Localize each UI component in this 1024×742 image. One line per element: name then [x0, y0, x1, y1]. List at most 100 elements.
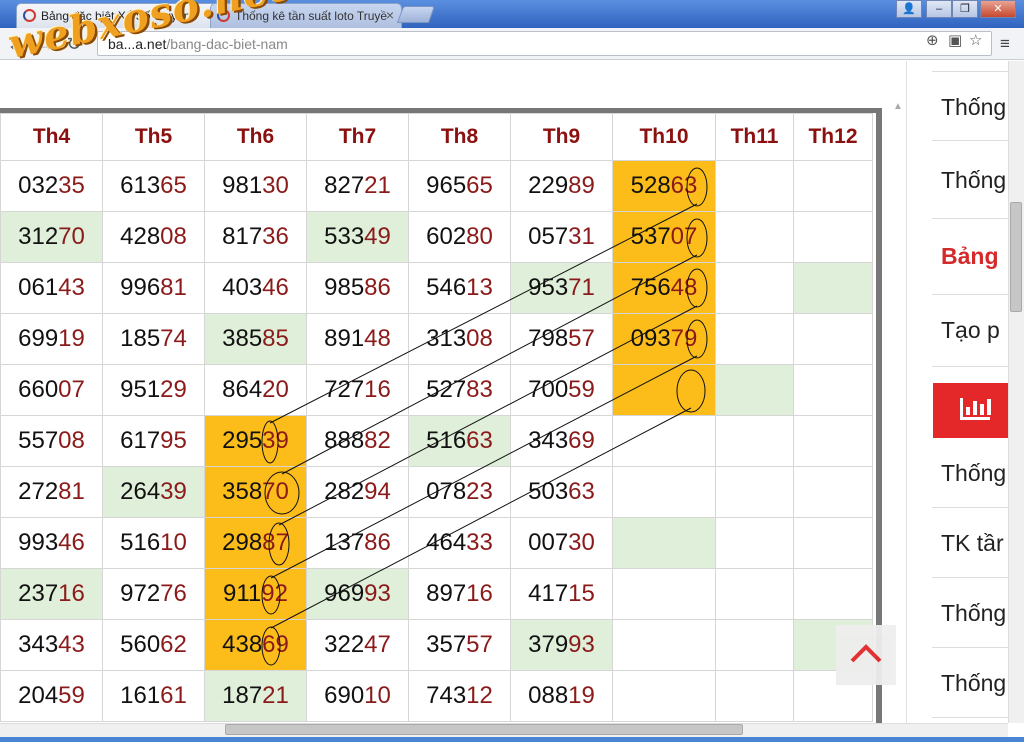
sidebar-link[interactable]: Thống: [932, 141, 1008, 219]
minimize-button[interactable]: –: [926, 0, 952, 18]
close-tab-icon[interactable]: ×: [386, 7, 394, 23]
cell-prefix: 993: [18, 529, 59, 556]
cell-prefix: 864: [222, 376, 263, 403]
table-cell: 07823: [408, 466, 511, 518]
vertical-scroll-thumb[interactable]: [1010, 202, 1022, 312]
column-header: Th9: [510, 113, 613, 161]
table-row: 27281 26439 35870 28294 07823 50363: [0, 466, 873, 518]
table-cell: 70059: [510, 364, 613, 416]
table-cell: 86420: [204, 364, 307, 416]
cell-tail-digits: 08: [58, 427, 85, 454]
table-cell: 53349: [306, 211, 409, 263]
table-cell: 08819: [510, 670, 613, 722]
table-cell: 27281: [0, 466, 103, 518]
cell-tail-digits: 36: [262, 223, 289, 250]
table-row: 55708 61795 29539 88882 51663 34369: [0, 415, 873, 467]
cell-prefix: 560: [120, 631, 161, 658]
sidebar-link[interactable]: TK tầr: [932, 508, 1008, 578]
cell-tail-digits: 49: [364, 223, 391, 250]
table-cell: 55708: [0, 415, 103, 467]
cell-prefix: 229: [528, 172, 569, 199]
table-cell: 74312: [408, 670, 511, 722]
cell-tail-digits: 48: [670, 274, 698, 301]
bookmark-star-icon[interactable]: ☆: [969, 31, 982, 49]
scroll-to-top-button[interactable]: [836, 625, 896, 685]
table-cell: 06143: [0, 262, 103, 314]
cell-tail-digits: 08: [466, 325, 493, 352]
cell-prefix: 417: [528, 580, 569, 607]
table-cell: 53707: [612, 211, 716, 263]
table-cell: 42808: [102, 211, 205, 263]
translate-icon[interactable]: ▣: [948, 31, 962, 49]
cell-tail-digits: 46: [262, 274, 289, 301]
zoom-icon[interactable]: ⊕: [926, 31, 939, 49]
table-cell: 40346: [204, 262, 307, 314]
table-cell: 60280: [408, 211, 511, 263]
address-bar[interactable]: ba...a.net/bang-dac-biet-nam: [97, 31, 992, 56]
cell-tail-digits: 43: [58, 631, 85, 658]
cell-prefix: 032: [18, 172, 59, 199]
table-cell: 98586: [306, 262, 409, 314]
inner-scroll-up-icon[interactable]: ▲: [893, 101, 903, 112]
profile-icon[interactable]: 👤: [896, 0, 922, 18]
maximize-button[interactable]: ❐: [952, 0, 978, 18]
sidebar-link[interactable]: Tạo p: [932, 295, 1008, 367]
cell-tail-digits: 65: [466, 172, 493, 199]
cell-tail-digits: 23: [466, 478, 493, 505]
table-cell: [793, 466, 873, 518]
table-cell: 09379: [612, 313, 716, 365]
sidebar-link[interactable]: Thống: [932, 71, 1008, 141]
table-cell: 13786: [306, 517, 409, 569]
table-cell: 72716: [306, 364, 409, 416]
table-cell: 96565: [408, 160, 511, 212]
cell-tail-digits: 21: [364, 172, 391, 199]
cell-prefix: 617: [120, 427, 161, 454]
sidebar-link[interactable]: Thống: [932, 578, 1008, 648]
cell-prefix: 602: [426, 223, 467, 250]
cell-prefix: 438: [222, 631, 263, 658]
table-cell: 35757: [408, 619, 511, 671]
cell-prefix: 137: [324, 529, 365, 556]
cell-prefix: 700: [528, 376, 569, 403]
cell-prefix: 343: [18, 631, 59, 658]
table-cell: 82721: [306, 160, 409, 212]
cell-tail-digits: 16: [466, 580, 493, 607]
cell-tail-digits: 39: [160, 478, 187, 505]
table-row: 31270 42808 81736 53349 60280 05731 53707: [0, 211, 873, 263]
table-cell: [793, 211, 873, 263]
sidebar-link-active[interactable]: Bảng: [932, 219, 1008, 295]
cell-prefix: 464: [426, 529, 467, 556]
cell-tail-digits: 47: [364, 631, 391, 658]
browser-menu-icon[interactable]: ≡: [1000, 34, 1010, 54]
sidebar-link[interactable]: Thống: [932, 438, 1008, 508]
cell-prefix: 891: [324, 325, 365, 352]
table-cell: [715, 313, 794, 365]
sidebar-link[interactable]: Thống: [932, 648, 1008, 718]
table-cell: [612, 517, 716, 569]
cell-tail-digits: 35: [58, 172, 85, 199]
table-cell: 29539: [204, 415, 307, 467]
horizontal-scroll-thumb[interactable]: [225, 724, 743, 735]
cell-prefix: 613: [120, 172, 161, 199]
table-cell: 38585: [204, 313, 307, 365]
close-window-button[interactable]: ✕: [980, 0, 1016, 18]
table-cell: 23716: [0, 568, 103, 620]
cell-prefix: 358: [222, 478, 263, 505]
table-cell: 61365: [102, 160, 205, 212]
cell-prefix: 533: [324, 223, 365, 250]
table-row: 34343 56062 43869 32247 35757 37993: [0, 619, 873, 671]
table-cell: 35870: [204, 466, 307, 518]
cell-tail-digits: 10: [364, 682, 391, 709]
cell-tail-digits: 07: [670, 223, 698, 250]
table-cell: [793, 262, 873, 314]
table-cell: [715, 466, 794, 518]
page-vertical-scrollbar[interactable]: [1008, 61, 1024, 723]
table-cell: 66007: [0, 364, 103, 416]
cell-prefix: 078: [426, 478, 467, 505]
cell-prefix: 385: [222, 325, 263, 352]
new-tab-button[interactable]: [396, 6, 436, 23]
cell-prefix: 187: [222, 682, 263, 709]
cell-tail-digits: 48: [364, 325, 391, 352]
cell-tail-digits: 15: [568, 580, 595, 607]
table-row: 99346 51610 29887 13786 46433 00730: [0, 517, 873, 569]
